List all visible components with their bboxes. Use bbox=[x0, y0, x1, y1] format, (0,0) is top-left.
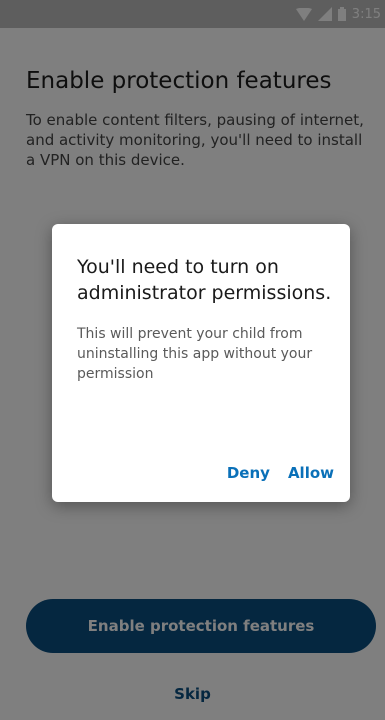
deny-button[interactable]: Deny bbox=[227, 464, 270, 482]
dialog-message: This will prevent your child from uninst… bbox=[77, 326, 313, 382]
app-screen: 3:15 Enable protection features To enabl… bbox=[0, 0, 385, 720]
allow-button[interactable]: Allow bbox=[288, 464, 334, 482]
dialog-title: You'll need to turn on administrator per… bbox=[77, 256, 332, 304]
dialog-actions: Deny Allow bbox=[227, 464, 334, 482]
admin-permissions-dialog: You'll need to turn on administrator per… bbox=[52, 224, 350, 502]
